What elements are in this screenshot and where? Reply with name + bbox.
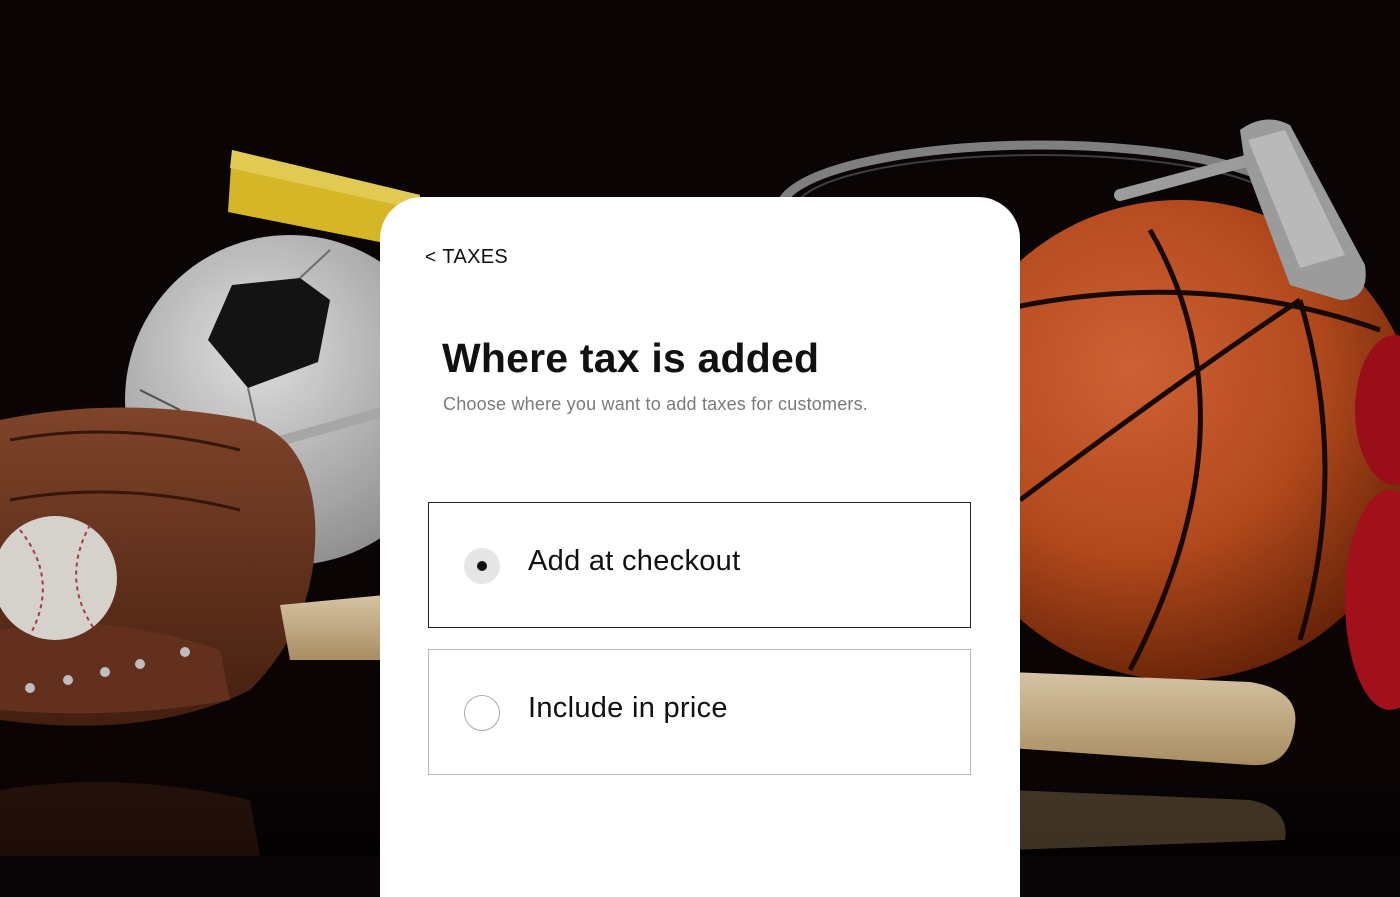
option-label: Add at checkout: [528, 545, 741, 577]
radio-unselected-icon[interactable]: [464, 695, 500, 731]
option-add-at-checkout[interactable]: Add at checkout: [428, 502, 971, 628]
page-subtitle: Choose where you want to add taxes for c…: [443, 394, 869, 414]
tax-settings-card: < TAXES Where tax is added Choose where …: [380, 197, 1020, 897]
back-link-label: TAXES: [442, 246, 508, 268]
option-label: Include in price: [528, 692, 728, 724]
page-title: Where tax is added: [442, 335, 820, 381]
radio-selected-icon[interactable]: [464, 548, 500, 584]
back-to-taxes-link[interactable]: < TAXES: [425, 246, 508, 269]
option-include-in-price[interactable]: Include in price: [428, 649, 971, 775]
chevron-left-icon: <: [425, 246, 437, 268]
